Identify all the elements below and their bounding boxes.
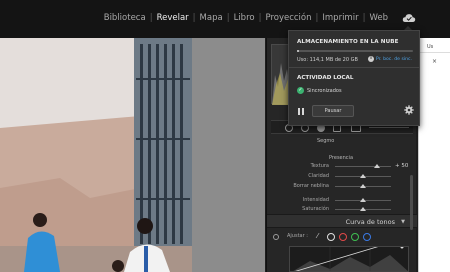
pause-button[interactable]: Pausar [312,105,354,117]
channel-green-dot[interactable] [351,233,359,241]
storage-usage-bar [297,50,413,52]
module-mapa[interactable]: Mapa [196,13,227,23]
photo-scene [0,38,192,272]
slider-textura[interactable]: Textura + 50 [271,162,413,171]
module-picker: Biblioteca | Revelar | Mapa | Libro | Proyec… [100,13,392,23]
lightroom-window: Biblioteca | Revelar | Mapa | Libro | Proyec… [0,0,450,272]
slider-label: Textura [310,163,329,169]
close-icon[interactable]: × [432,58,437,65]
check-icon: ✓ [297,87,304,94]
slider-thumb[interactable] [360,207,366,211]
cloud-sync-icon[interactable] [402,13,416,23]
slider-thumb[interactable] [360,198,366,202]
gear-icon[interactable] [404,105,414,115]
slider-label: Saturación [302,206,329,212]
module-proyeccion[interactable]: Proyección [261,13,315,23]
cloud-storage-title: ALMACENAMIENTO EN LA NUBE [297,39,399,45]
slider-value[interactable]: + 50 [395,163,408,169]
module-web[interactable]: Web [365,13,392,23]
browser-window-sliver: Us × [418,38,450,272]
slider-label: Intensidad [302,197,329,203]
photo-image [0,38,192,272]
channel-blue-dot[interactable] [363,233,371,241]
slider-thumb[interactable] [360,174,366,178]
browser-tab-text[interactable]: Us [427,44,433,50]
parametric-curve-icon[interactable]: ⁄ [317,232,318,240]
curve-channel-tools: Ajustar : ⁄ [271,232,413,244]
collapse-triangle-icon[interactable]: ▼ [401,219,405,225]
tool-amount-track[interactable] [369,127,409,128]
sync-preferences-link[interactable]: Pr. boc. de sinc. [376,57,412,62]
photo-canvas[interactable] [0,38,265,272]
info-icon[interactable]: i [368,56,374,62]
slider-label: Borrar neblina [293,183,329,189]
module-imprimir[interactable]: Imprimir [318,13,362,23]
channel-rgb-dot[interactable] [327,233,335,241]
tone-curve-graph[interactable] [289,246,409,272]
panel-scrollbar[interactable] [410,175,413,230]
slider-claridad[interactable]: Claridad [271,172,413,181]
storage-usage-fill [297,50,299,52]
slider-thumb[interactable] [374,164,380,168]
slider-saturacion[interactable]: Saturación [271,205,413,214]
tone-curve-header[interactable]: Curva de tonos ▼ [267,214,417,228]
adjust-label: Ajustar : [287,233,308,239]
module-libro[interactable]: Libro [230,13,259,23]
slider-borrar-neblina[interactable]: Borrar neblina [271,182,413,191]
module-biblioteca[interactable]: Biblioteca [100,13,150,23]
slider-thumb[interactable] [360,184,366,188]
pause-icon[interactable] [297,107,305,116]
channel-red-dot[interactable] [339,233,347,241]
sync-status-text: Sincronizados [307,88,342,94]
target-adjust-icon[interactable] [273,234,279,240]
local-activity-title: ACTIVIDAD LOCAL [297,75,354,81]
module-revelar[interactable]: Revelar [153,13,193,23]
tone-curve-title: Curva de tonos [345,218,395,226]
slider-label: Claridad [308,173,329,179]
storage-usage-text: Uso: 114,1 MB de 20 GB [297,57,358,63]
presence-heading: Presencia [329,155,354,161]
slider-track[interactable] [335,166,391,167]
slider-intensidad[interactable]: Intensidad [271,196,413,205]
cloud-storage-popover: ALMACENAMIENTO EN LA NUBE Uso: 114,1 MB … [288,30,420,126]
segment-label: Segmo [317,138,335,144]
